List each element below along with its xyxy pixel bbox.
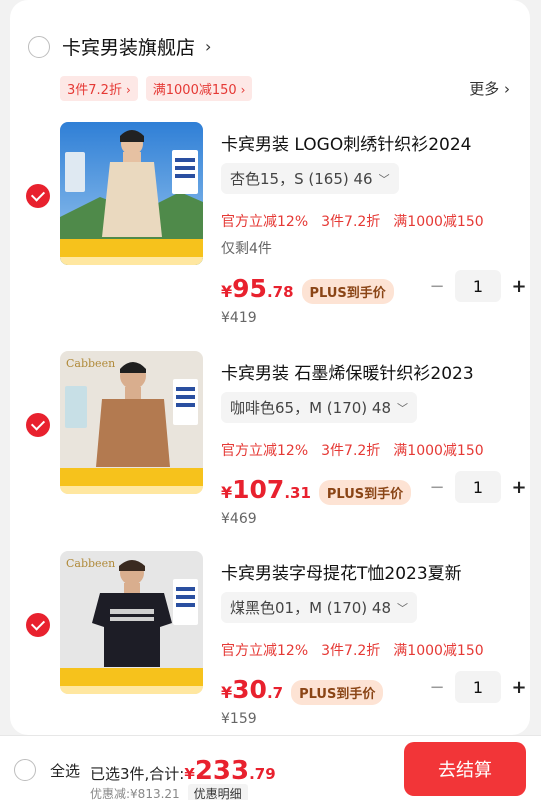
plus-icon[interactable]: + — [510, 276, 528, 297]
original-price: ¥469 — [221, 511, 257, 527]
more-link[interactable]: 更多 › — [469, 78, 510, 99]
select-all-radio[interactable] — [14, 759, 36, 781]
original-price: ¥159 — [221, 711, 257, 727]
product-title[interactable]: 卡宾男装字母提花T恤2023夏新 — [221, 559, 462, 584]
item-check-icon[interactable] — [26, 413, 50, 437]
chevron-down-icon: ﹀ — [397, 401, 408, 415]
promo-tag[interactable]: 3件7.2折 › — [60, 76, 138, 101]
total-price: ¥ 233 .79 — [184, 756, 276, 786]
svg-text:Cabbeen: Cabbeen — [66, 557, 115, 570]
item-promos: 官方立减12% 3件7.2折 满1000减150 — [221, 643, 484, 659]
cart-item: 卡宾男装 LOGO刺绣针织衫2024 杏色15，S (165) 46 ﹀ 官方立… — [10, 122, 530, 337]
cart-item: Cabbeen 卡宾男装 石墨烯保暖针织衫2023 咖啡色65，M (170) … — [10, 351, 530, 566]
product-title[interactable]: 卡宾男装 LOGO刺绣针织衫2024 — [221, 130, 471, 155]
plus-price-badge: PLUS到手价 — [301, 279, 394, 304]
minus-icon[interactable]: − — [428, 276, 446, 297]
store-name[interactable]: 卡宾男装旗舰店 — [62, 33, 195, 60]
item-promos: 官方立减12% 3件7.2折 满1000减150 — [221, 214, 484, 230]
variant-selector[interactable]: 咖啡色65，M (170) 48 ﹀ — [221, 392, 417, 423]
svg-text:Cabbeen: Cabbeen — [66, 357, 115, 370]
quantity-input[interactable]: 1 — [455, 471, 501, 503]
stock-note: 仅剩4件 — [221, 241, 272, 257]
quantity-stepper: − 1 + — [428, 471, 528, 503]
original-price: ¥419 — [221, 310, 257, 326]
quantity-input[interactable]: 1 — [455, 671, 501, 703]
product-image[interactable] — [60, 122, 203, 265]
item-price: ¥ 107 .31 PLUS到手价 — [221, 475, 412, 505]
product-title[interactable]: 卡宾男装 石墨烯保暖针织衫2023 — [221, 359, 474, 384]
discount-summary: 优惠减:¥813.21 优惠明细 — [90, 784, 248, 800]
cart-item: Cabbeen 卡宾男装字母提花T恤2023夏新 煤黑色01，M (170) 4… — [10, 551, 530, 735]
chevron-down-icon: ﹀ — [397, 601, 408, 615]
quantity-input[interactable]: 1 — [455, 270, 501, 302]
store-select-radio[interactable] — [28, 35, 50, 58]
item-check-icon[interactable] — [26, 184, 50, 208]
chevron-right-icon: › — [125, 83, 131, 97]
discount-detail-button[interactable]: 优惠明细 — [187, 784, 248, 800]
checkout-bar: 全选 已选3件,合计: ¥ 233 .79 优惠减:¥813.21 优惠明细 去… — [0, 735, 541, 800]
product-image[interactable]: Cabbeen — [60, 351, 203, 494]
quantity-stepper: − 1 + — [428, 270, 528, 302]
variant-selector[interactable]: 杏色15，S (165) 46 ﹀ — [221, 163, 399, 194]
selection-summary: 已选3件,合计: ¥ 233 .79 — [90, 756, 276, 786]
item-promos: 官方立减12% 3件7.2折 满1000减150 — [221, 443, 484, 459]
store-header[interactable]: 卡宾男装旗舰店 › — [28, 33, 211, 60]
plus-price-badge: PLUS到手价 — [291, 680, 384, 705]
chevron-down-icon: ﹀ — [378, 172, 390, 186]
minus-icon[interactable]: − — [428, 477, 446, 498]
plus-icon[interactable]: + — [510, 477, 528, 498]
variant-selector[interactable]: 煤黑色01，M (170) 48 ﹀ — [221, 592, 417, 623]
quantity-stepper: − 1 + — [428, 671, 528, 703]
item-price: ¥ 95 .78 PLUS到手价 — [221, 274, 394, 304]
product-image[interactable]: Cabbeen — [60, 551, 203, 694]
select-all-label[interactable]: 全选 — [50, 760, 80, 781]
store-promo-tags: 3件7.2折 › 满1000减150 › — [60, 76, 253, 101]
checkout-button[interactable]: 去结算 — [404, 742, 526, 796]
chevron-right-icon: › — [240, 83, 246, 97]
plus-icon[interactable]: + — [510, 677, 528, 698]
chevron-right-icon: › — [205, 37, 212, 56]
item-price: ¥ 30 .7 PLUS到手价 — [221, 675, 384, 705]
promo-tag[interactable]: 满1000减150 › — [145, 76, 253, 101]
item-check-icon[interactable] — [26, 613, 50, 637]
cart-store-card: 卡宾男装旗舰店 › 3件7.2折 › 满1000减150 › 更多 › 卡宾男装… — [10, 0, 530, 735]
minus-icon[interactable]: − — [428, 677, 446, 698]
plus-price-badge: PLUS到手价 — [318, 480, 412, 505]
